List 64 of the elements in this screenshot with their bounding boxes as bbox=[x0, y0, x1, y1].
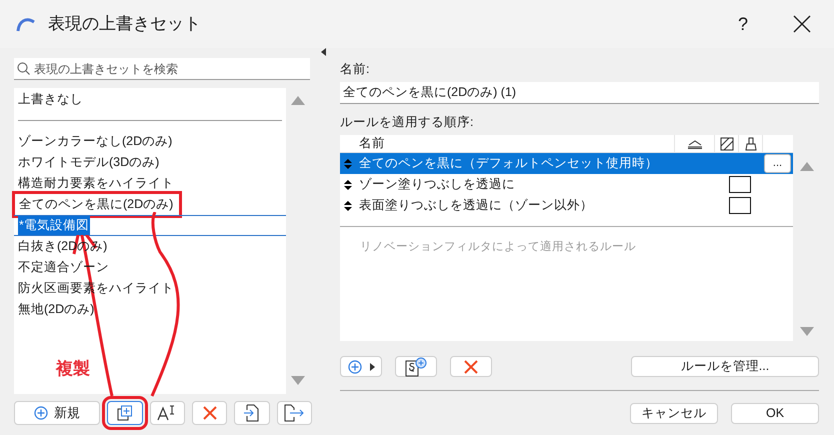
list-item[interactable]: 無地(2Dのみ) bbox=[14, 299, 286, 320]
line-weight-icon bbox=[688, 138, 702, 148]
rules-label: ルールを適用する順序: bbox=[340, 114, 474, 130]
help-button[interactable]: ? bbox=[728, 10, 758, 38]
ok-button[interactable]: OK bbox=[731, 403, 819, 424]
close-icon bbox=[793, 15, 811, 33]
delete-button[interactable] bbox=[192, 401, 228, 425]
checkbox[interactable] bbox=[729, 197, 751, 214]
search-field[interactable]: 表現の上書きセットを検索 bbox=[34, 60, 307, 78]
list-item[interactable]: ホワイトモデル(3Dのみ) bbox=[14, 152, 286, 173]
add-icon bbox=[34, 406, 48, 420]
scroll-up-icon bbox=[800, 162, 814, 172]
list-item-label: 構造耐力要素をハイライト bbox=[18, 175, 174, 192]
list-item[interactable]: 上書きなし bbox=[14, 89, 286, 110]
delete-icon bbox=[464, 360, 478, 374]
rule-name: 表面塗りつぶしを透過に（ゾーン以外） bbox=[358, 197, 594, 214]
fill-icon bbox=[720, 136, 734, 150]
list-item[interactable]: 全てのペンを黒に(2Dのみ) bbox=[15, 194, 180, 215]
collapse-icon bbox=[321, 48, 326, 56]
import-icon bbox=[244, 404, 260, 422]
scroll-up-icon bbox=[291, 96, 305, 106]
export-icon bbox=[284, 404, 304, 422]
import-button[interactable] bbox=[234, 401, 270, 425]
cancel-button[interactable]: キャンセル bbox=[630, 403, 718, 424]
manage-rules-button[interactable]: ルールを管理... bbox=[631, 356, 819, 377]
add-menu-button[interactable] bbox=[340, 356, 382, 377]
list-item[interactable]: 構造耐力要素をハイライト bbox=[14, 173, 286, 194]
rule-name: 全てのペンを黒に（デフォルトペンセット使用時） bbox=[358, 155, 659, 172]
name-field[interactable]: 全てのペンを黒に(2Dのみ) (1) bbox=[340, 82, 819, 104]
delete-icon bbox=[202, 406, 217, 420]
checkbox[interactable] bbox=[729, 176, 751, 193]
rename-button[interactable] bbox=[150, 401, 185, 425]
name-label: 名前: bbox=[340, 61, 370, 77]
list-item[interactable]: ゾーンカラーなし(2Dのみ) bbox=[14, 131, 286, 152]
rule-row[interactable]: 全てのペンを黒に（デフォルトペンセット使用時） ... bbox=[340, 153, 793, 174]
annotation-label: 複製 bbox=[56, 358, 90, 380]
rule-row[interactable]: 表面塗りつぶしを透過に（ゾーン以外） bbox=[340, 195, 793, 216]
app-logo-icon bbox=[16, 16, 36, 32]
rule-name: ゾーン塗りつぶしを透過に bbox=[358, 176, 516, 194]
duplicate-icon bbox=[116, 405, 133, 421]
search-box[interactable]: 表現の上書きセットを検索 bbox=[14, 58, 310, 80]
add-rule-icon bbox=[405, 356, 427, 376]
window-title: 表現の上書きセット bbox=[48, 13, 201, 36]
add-rule-button[interactable] bbox=[395, 356, 437, 377]
new-button[interactable]: 新規 bbox=[14, 401, 100, 425]
add-icon bbox=[348, 360, 362, 374]
caret-icon bbox=[370, 362, 374, 370]
delete-button[interactable] bbox=[450, 356, 492, 377]
list-item-label: 上書きなし bbox=[18, 91, 83, 108]
list-item-label: ゾーンカラーなし(2Dのみ) bbox=[18, 133, 172, 150]
search-icon bbox=[17, 62, 30, 75]
column-header: 名前 bbox=[357, 135, 675, 152]
scroll-down-icon bbox=[800, 327, 814, 337]
list-item[interactable]: *電気設備図 bbox=[14, 215, 286, 236]
more-button[interactable]: ... bbox=[764, 154, 791, 173]
list-item-label: ホワイトモデル(3Dのみ) bbox=[18, 154, 160, 172]
renovation-rules-label: リノベーションフィルタによって適用されるルール bbox=[359, 239, 637, 255]
export-button[interactable] bbox=[276, 401, 312, 425]
rule-row[interactable]: ゾーン塗りつぶしを透過に bbox=[340, 174, 793, 195]
list-item-label: 無地(2Dのみ) bbox=[18, 301, 94, 318]
list-item-label: 全てのペンを黒に(2Dのみ) bbox=[19, 196, 174, 214]
list-item-label: *電気設備図 bbox=[18, 216, 90, 235]
brush-icon bbox=[744, 136, 756, 150]
scroll-down-icon bbox=[291, 376, 305, 386]
